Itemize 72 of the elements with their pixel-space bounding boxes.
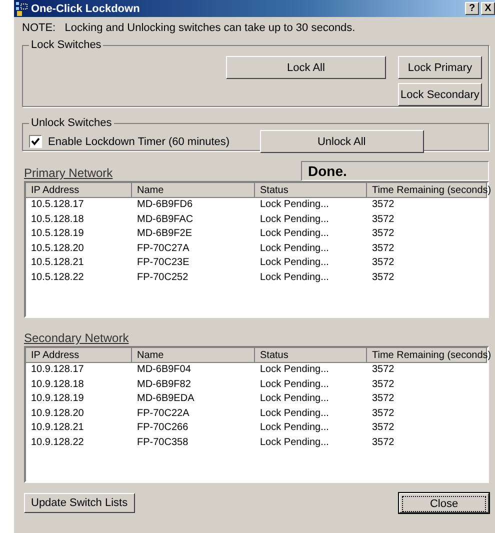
table-cell-text: Lock Pending...: [259, 436, 330, 450]
table-cell-text: 10.5.128.20: [30, 242, 85, 256]
table-cell-text: Lock Pending...: [259, 270, 330, 284]
table-cell-text: 3572: [371, 436, 396, 450]
column-header[interactable]: Name: [132, 183, 255, 198]
table-cell-text: 3572: [371, 270, 396, 284]
table-cell-text: 10.9.128.21: [30, 421, 85, 435]
section-title: Secondary Network: [24, 331, 129, 346]
unlock-all-button[interactable]: Unlock All: [260, 130, 424, 153]
table-cell-text: FP-70C27A: [136, 242, 190, 256]
table-cell-text: 10.5.128.19: [30, 227, 85, 241]
table-cell-text: 10.5.128.17: [30, 198, 85, 212]
table-cell-text: 3572: [371, 406, 396, 420]
table-cell-text: Lock Pending...: [259, 421, 330, 435]
table-cell-text: 3572: [371, 227, 396, 241]
column-header[interactable]: IP Address: [26, 183, 132, 198]
table-cell-text: FP-70C23E: [136, 256, 190, 270]
table-cell-text: Lock Pending...: [259, 242, 330, 256]
table-cell-text: 10.9.128.19: [30, 392, 85, 406]
table-cell-text: 3572: [371, 256, 396, 270]
table-cell-text: 3572: [371, 212, 396, 226]
table-cell-text: 3572: [371, 242, 396, 256]
window-title: One-Click Lockdown: [31, 2, 141, 14]
table-cell-text: Lock Pending...: [259, 406, 330, 420]
table-cell-text: 3572: [371, 363, 396, 377]
table-cell-text: 10.9.128.17: [30, 363, 85, 377]
table-cell-text: 10.9.128.22: [30, 436, 85, 450]
column-header[interactable]: Status: [255, 183, 367, 198]
app-icon: [16, 2, 28, 16]
table-cell-text: 10.5.128.22: [30, 270, 85, 284]
table-cell-text: Lock Pending...: [259, 392, 330, 406]
table-cell-text: 3572: [371, 421, 396, 435]
close-button[interactable]: Close: [399, 493, 489, 513]
table-cell-text: 3572: [371, 198, 396, 212]
table-cell-text: 10.5.128.18: [30, 212, 85, 226]
table-cell-text: Lock Pending...: [259, 363, 330, 377]
table-cell-text: Lock Pending...: [259, 198, 330, 212]
close-button[interactable]: X: [481, 2, 495, 15]
table-cell-text: MD-6B9FAC: [136, 212, 194, 226]
update-button[interactable]: Update Switch Lists: [24, 493, 135, 513]
group-title: Lock Switches: [30, 39, 102, 51]
column-header[interactable]: IP Address: [26, 348, 132, 363]
lock-button[interactable]: Lock Primary: [398, 56, 482, 79]
table-cell-text: 10.9.128.18: [30, 378, 85, 392]
table-cell-text: 10.9.128.20: [30, 406, 85, 420]
table-cell-text: 3572: [371, 392, 396, 406]
table-cell-text: Lock Pending...: [259, 212, 330, 226]
table-cell-text: FP-70C22A: [136, 406, 190, 420]
table-cell-text: Lock Pending...: [259, 378, 330, 392]
checkbox-label: Enable Lockdown Timer (60 minutes): [48, 136, 230, 148]
table-cell-text: MD-6B9FD6: [136, 198, 194, 212]
table-cell-text: 3572: [371, 378, 396, 392]
table-cell-text: MD-6B9F04: [136, 363, 192, 377]
table-cell-text: FP-70C358: [136, 436, 190, 450]
checkbox[interactable]: [29, 135, 42, 148]
lock-all-button[interactable]: Lock All: [226, 56, 386, 79]
table-cell-text: 10.5.128.21: [30, 256, 85, 270]
table-cell-text: FP-70C266: [136, 421, 190, 435]
table-cell-text: FP-70C252: [136, 270, 190, 284]
table-cell-text: MD-6B9EDA: [136, 392, 196, 406]
table-cell-text: Lock Pending...: [259, 256, 330, 270]
help-button[interactable]: ?: [465, 2, 479, 15]
group-title: Unlock Switches: [30, 117, 113, 129]
section-title: Primary Network: [24, 166, 113, 181]
column-header[interactable]: Name: [132, 348, 255, 363]
table-cell-text: MD-6B9F2E: [136, 227, 194, 241]
column-header[interactable]: Status: [255, 348, 367, 363]
lock-button[interactable]: Lock Secondary: [398, 83, 482, 106]
note-text: NOTE: Locking and Unlocking switches can take up to 30 seconds.: [21, 21, 356, 36]
table-cell-text: MD-6B9F82: [136, 378, 192, 392]
status-field: Done.: [301, 161, 489, 181]
table-cell-text: Lock Pending...: [259, 227, 330, 241]
